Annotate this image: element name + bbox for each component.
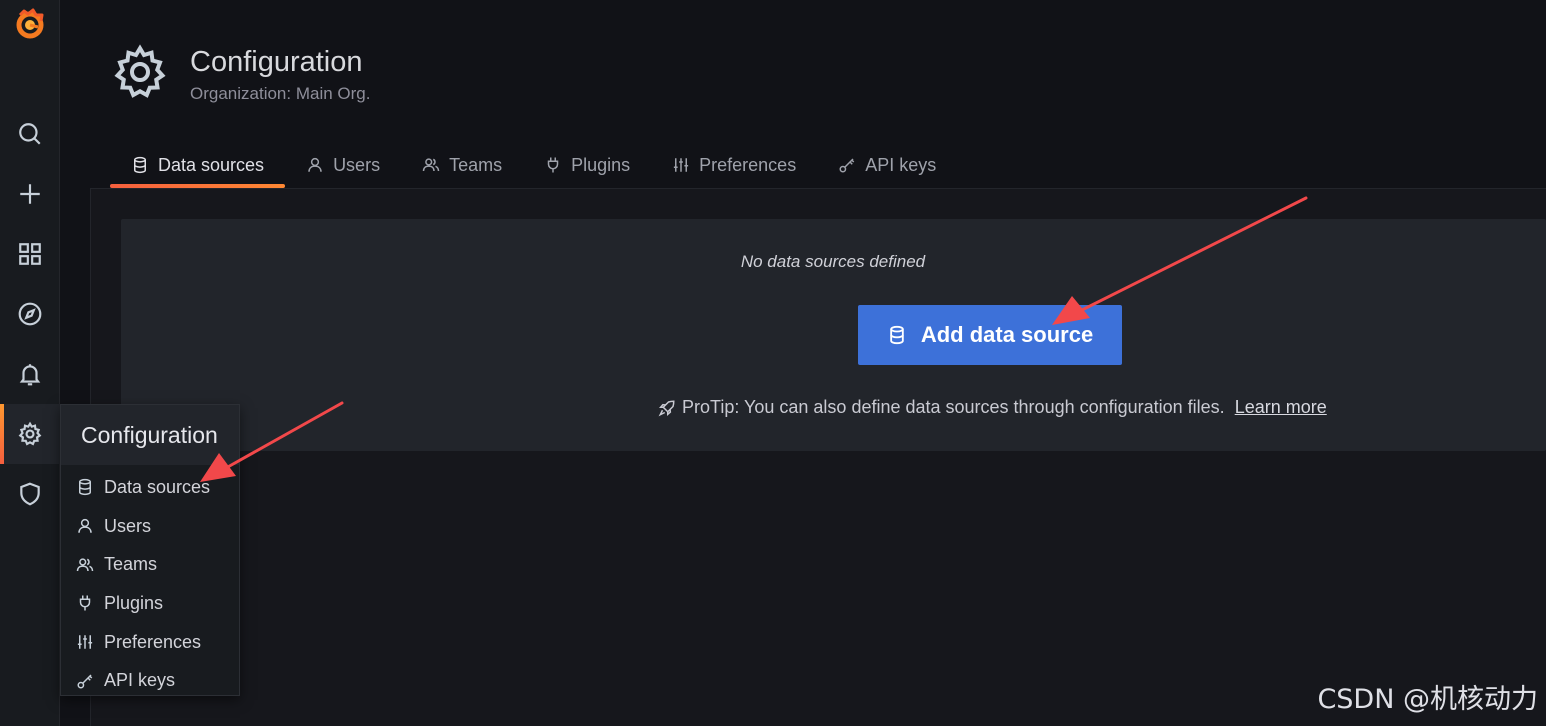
users-icon: [76, 558, 94, 571]
key-icon: [839, 158, 855, 173]
flyout-item-api-keys[interactable]: API keys: [61, 661, 239, 700]
page-title: Configuration: [190, 46, 363, 78]
sliders-icon: [674, 158, 689, 172]
users-icon: [422, 158, 440, 172]
tab-label: Preferences: [699, 154, 797, 175]
empty-list-cta: No data sources defined Add data source …: [121, 219, 1546, 451]
shield-icon: [20, 482, 40, 506]
database-icon: [134, 156, 146, 174]
database-icon: [79, 479, 91, 496]
sidebar-item-search[interactable]: [0, 104, 60, 164]
flyout-item-label: Teams: [104, 554, 158, 575]
tab-label: Data sources: [158, 154, 265, 175]
tab-users[interactable]: Users: [285, 142, 401, 188]
sidebar-item-explore[interactable]: [0, 284, 60, 344]
protip-text: ProTip: You can also define data sources…: [682, 397, 1225, 417]
sidebar-item-server-admin[interactable]: [0, 464, 60, 524]
sidebar-item-configuration[interactable]: [0, 404, 60, 464]
compass-icon: [18, 302, 42, 326]
flyout-list: Data sources Users Teams Plugins Prefere…: [61, 465, 239, 700]
tab-data-sources[interactable]: Data sources: [110, 142, 286, 188]
plug-icon: [79, 595, 91, 611]
sliders-icon: [77, 635, 93, 649]
tab-label: API keys: [865, 154, 937, 175]
flyout-item-teams[interactable]: Teams: [61, 545, 239, 584]
flyout-item-users[interactable]: Users: [61, 507, 239, 546]
configuration-flyout-menu: Configuration Data sources Users Teams P…: [60, 404, 240, 696]
tab-label: Teams: [449, 154, 503, 175]
tab-plugins[interactable]: Plugins: [523, 142, 651, 188]
key-icon: [77, 674, 93, 689]
database-icon: [890, 325, 904, 345]
flyout-item-preferences[interactable]: Preferences: [61, 623, 239, 662]
gear-icon: [114, 44, 166, 98]
sidebar: [0, 0, 60, 726]
protip: ProTip: You can also define data sources…: [658, 397, 1327, 418]
flyout-item-label: Users: [104, 515, 152, 536]
sidebar-item-alerting[interactable]: [0, 344, 60, 404]
watermark: CSDN @机核动力: [1317, 684, 1538, 715]
flyout-item-label: API keys: [104, 670, 176, 691]
tab-teams[interactable]: Teams: [401, 142, 523, 188]
learn-more-link[interactable]: Learn more: [1235, 397, 1327, 418]
grafana-logo-icon[interactable]: [12, 6, 48, 42]
search-icon: [19, 123, 41, 145]
config-tabs: Data sources Users Teams Plugins Prefere…: [110, 142, 957, 188]
plug-icon: [547, 157, 559, 173]
flyout-title[interactable]: Configuration: [61, 405, 239, 465]
add-data-source-label: Add data source: [920, 322, 1094, 347]
gear-icon: [18, 421, 42, 446]
add-data-source-button[interactable]: Add data source: [858, 305, 1122, 365]
tab-api-keys[interactable]: API keys: [817, 142, 957, 188]
page-subtitle: Organization: Main Org.: [190, 84, 371, 103]
rocket-icon: [658, 399, 675, 416]
flyout-item-label: Plugins: [104, 592, 164, 613]
user-icon: [308, 157, 322, 172]
tab-label: Users: [333, 154, 381, 175]
flyout-item-data-sources[interactable]: Data sources: [61, 468, 239, 507]
empty-message: No data sources defined: [740, 252, 926, 271]
bell-icon: [19, 364, 41, 386]
plus-icon: [20, 184, 40, 204]
flyout-item-label: Preferences: [104, 631, 202, 652]
flyout-item-label: Data sources: [104, 476, 211, 497]
flyout-item-plugins[interactable]: Plugins: [61, 584, 239, 623]
tab-preferences[interactable]: Preferences: [651, 142, 817, 188]
tab-label: Plugins: [571, 154, 631, 175]
grafana-app: Configuration Organization: Main Org. Da…: [0, 0, 1546, 726]
user-icon: [78, 518, 92, 533]
sidebar-item-create[interactable]: [0, 164, 60, 224]
